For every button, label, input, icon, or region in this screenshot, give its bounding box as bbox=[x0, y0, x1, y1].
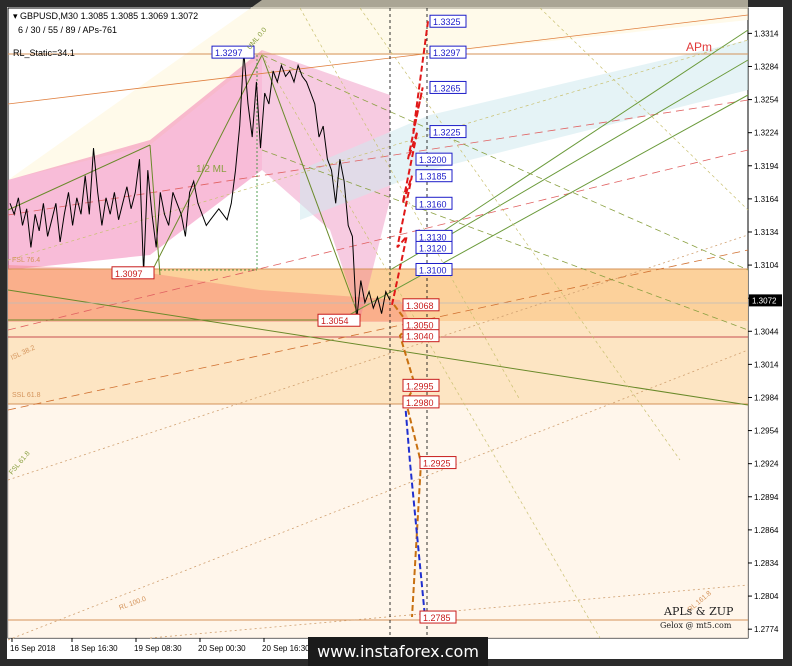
params-line: 6 / 30 / 55 / 89 / APs-761 bbox=[18, 25, 118, 35]
x-tick-label: 20 Sep 00:30 bbox=[198, 644, 246, 653]
y-tick-label: 1.2864 bbox=[754, 526, 779, 535]
zone-label: 1/2 ML bbox=[196, 164, 227, 175]
y-tick-label: 1.2954 bbox=[754, 427, 779, 436]
dropdown-icon[interactable]: ▾ bbox=[13, 11, 18, 21]
target-label: 1.2925 bbox=[423, 459, 451, 469]
pivot-label: 1.3297 bbox=[215, 48, 243, 58]
y-tick-label: 1.3224 bbox=[754, 129, 779, 138]
y-tick-label: 1.3254 bbox=[754, 96, 779, 105]
target-label: 1.3160 bbox=[419, 199, 447, 209]
watermark-text: www.instaforex.com bbox=[317, 642, 479, 661]
price-chart[interactable]: 1.3297 1.3097 1.3054 1.3325 1.3297 1.3265 1.3… bbox=[0, 0, 792, 666]
apm-label: APm bbox=[686, 40, 713, 54]
y-tick-label: 1.2774 bbox=[754, 625, 779, 634]
target-label: 1.3068 bbox=[406, 301, 434, 311]
target-label: 1.2995 bbox=[406, 381, 434, 391]
pivot-label: 1.3054 bbox=[321, 316, 349, 326]
y-tick-label: 1.2804 bbox=[754, 592, 779, 601]
y-tick-label: 1.3314 bbox=[754, 29, 779, 38]
y-tick-label: 1.2894 bbox=[754, 493, 779, 502]
target-label: 1.3297 bbox=[433, 48, 461, 58]
zone-label: FSL 76.4 bbox=[12, 257, 40, 264]
credit-title: APLs & ZUP bbox=[664, 605, 734, 618]
x-tick-label: 20 Sep 16:30 bbox=[262, 644, 310, 653]
y-tick-label: 1.3164 bbox=[754, 195, 779, 204]
target-label: 1.3130 bbox=[419, 232, 447, 242]
pivot-label: 1.3097 bbox=[115, 269, 143, 279]
symbol-header: ▾ GBPUSD,M30 1.3085 1.3085 1.3069 1.3072 bbox=[13, 11, 198, 22]
y-tick-label: 1.3104 bbox=[754, 261, 779, 270]
chart-window: 1.3297 1.3097 1.3054 1.3325 1.3297 1.3265 1.3… bbox=[0, 0, 792, 666]
symbol-line: GBPUSD,M30 1.3085 1.3085 1.3069 1.3072 bbox=[20, 11, 199, 21]
credit-author: Gelox @ mt5.com bbox=[660, 621, 732, 630]
y-tick-label: 1.3014 bbox=[754, 360, 779, 369]
target-label: 1.3100 bbox=[419, 265, 447, 275]
target-label: 1.3040 bbox=[406, 332, 434, 342]
zone-label: SSL 61.8 bbox=[12, 392, 41, 399]
y-tick-label: 1.2834 bbox=[754, 559, 779, 568]
current-price-label: 1.3072 bbox=[752, 296, 777, 305]
target-label: 1.3325 bbox=[433, 17, 461, 27]
target-label: 1.3225 bbox=[433, 128, 461, 138]
y-tick-label: 1.2924 bbox=[754, 460, 779, 469]
target-label: 1.3265 bbox=[433, 83, 461, 93]
target-label: 1.3185 bbox=[419, 172, 447, 182]
y-tick-label: 1.3194 bbox=[754, 162, 779, 171]
x-tick-label: 18 Sep 16:30 bbox=[70, 644, 118, 653]
y-tick-label: 1.3134 bbox=[754, 228, 779, 237]
target-label: 1.3050 bbox=[406, 321, 434, 331]
x-tick-label: 19 Sep 08:30 bbox=[134, 644, 182, 653]
target-label: 1.3200 bbox=[419, 155, 447, 165]
target-label: 1.3120 bbox=[419, 243, 447, 253]
x-tick-label: 16 Sep 2018 bbox=[10, 644, 56, 653]
target-label: 1.2980 bbox=[406, 398, 434, 408]
y-tick-label: 1.3284 bbox=[754, 62, 779, 71]
y-tick-label: 1.3044 bbox=[754, 327, 779, 336]
indicator-label: RL_Static=34.1 bbox=[13, 48, 75, 58]
light-zone bbox=[8, 404, 748, 638]
watermark[interactable]: www.instaforex.com bbox=[308, 637, 488, 666]
target-label: 1.2785 bbox=[423, 613, 451, 623]
y-tick-label: 1.2984 bbox=[754, 393, 779, 402]
